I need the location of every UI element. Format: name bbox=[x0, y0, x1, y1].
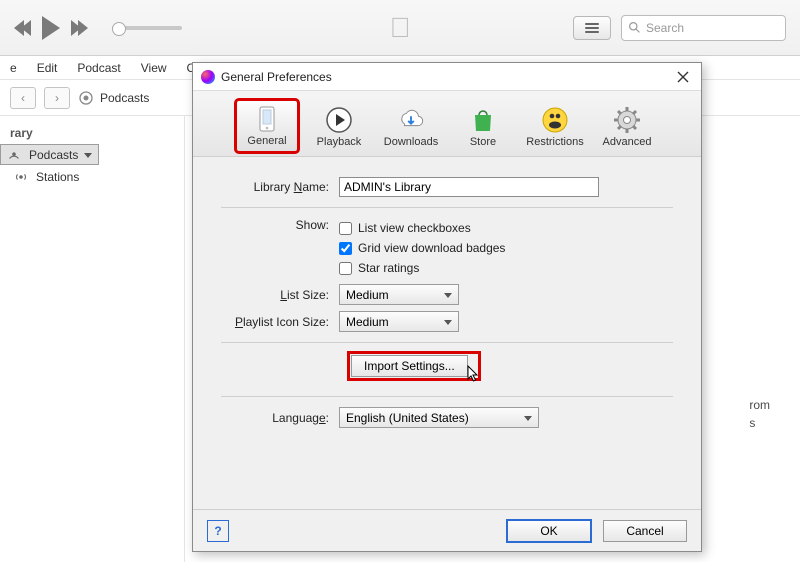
app-topbar:  Search bbox=[0, 0, 800, 56]
playlist-icon-size-select[interactable]: Medium bbox=[339, 311, 459, 332]
tab-store[interactable]: Store bbox=[452, 102, 514, 152]
divider bbox=[221, 207, 673, 208]
sidebar-item-label: Stations bbox=[36, 170, 79, 184]
obscured-content-text: rom s bbox=[749, 396, 770, 432]
dialog-footer: ? OK Cancel bbox=[193, 509, 701, 551]
playback-icon bbox=[325, 106, 353, 134]
sidebar-item-stations[interactable]: Stations bbox=[0, 165, 184, 189]
next-track-icon[interactable] bbox=[74, 20, 88, 36]
store-icon bbox=[469, 106, 497, 134]
tab-label: Advanced bbox=[603, 136, 652, 148]
close-button[interactable] bbox=[673, 67, 693, 87]
library-name-label: Library Name: bbox=[221, 180, 339, 194]
nav-back-button[interactable]: ‹ bbox=[10, 87, 36, 109]
button-label: OK bbox=[540, 524, 557, 538]
tab-label: General bbox=[247, 135, 286, 147]
select-value: Medium bbox=[346, 288, 389, 302]
check-grid-view[interactable]: Grid view download badges bbox=[339, 241, 505, 255]
list-view-toggle-button[interactable] bbox=[573, 16, 611, 40]
tab-label: Store bbox=[470, 136, 496, 148]
playback-controls bbox=[14, 16, 182, 40]
checkbox[interactable] bbox=[339, 242, 352, 255]
dialog-titlebar: General Preferences bbox=[193, 63, 701, 91]
search-icon bbox=[628, 21, 641, 34]
tab-playback[interactable]: Playback bbox=[308, 102, 370, 152]
tab-label: Playback bbox=[317, 136, 362, 148]
tab-downloads[interactable]: Downloads bbox=[380, 102, 442, 152]
language-select[interactable]: English (United States) bbox=[339, 407, 539, 428]
help-button[interactable]: ? bbox=[207, 520, 229, 542]
tab-restrictions[interactable]: Restrictions bbox=[524, 102, 586, 152]
cancel-button[interactable]: Cancel bbox=[603, 520, 687, 542]
dialog-title: General Preferences bbox=[221, 70, 667, 84]
check-list-view[interactable]: List view checkboxes bbox=[339, 221, 505, 235]
select-value: Medium bbox=[346, 315, 389, 329]
checkbox[interactable] bbox=[339, 262, 352, 275]
menu-item-view[interactable]: View bbox=[139, 59, 169, 77]
button-label: Import Settings... bbox=[364, 359, 455, 373]
apple-logo-icon:  bbox=[390, 12, 411, 44]
list-size-label: List Size: bbox=[221, 288, 339, 302]
menu-item-podcast[interactable]: Podcast bbox=[75, 59, 122, 77]
dialog-body: Library Name: Show: List view checkboxes… bbox=[193, 157, 701, 442]
sidebar-item-label: Podcasts bbox=[29, 148, 78, 162]
check-label: Grid view download badges bbox=[358, 241, 505, 255]
media-type-selector[interactable]: Podcasts bbox=[78, 90, 149, 106]
check-label: Star ratings bbox=[358, 261, 419, 275]
check-label: List view checkboxes bbox=[358, 221, 471, 235]
stations-icon bbox=[14, 170, 28, 184]
preferences-tabs: General Playback Downloads Store Restric… bbox=[193, 91, 701, 157]
broadcast-icon bbox=[7, 148, 21, 162]
tab-general[interactable]: General bbox=[236, 100, 298, 152]
nav-forward-button[interactable]: › bbox=[44, 87, 70, 109]
check-star-ratings[interactable]: Star ratings bbox=[339, 261, 505, 275]
downloads-icon bbox=[397, 106, 425, 134]
search-input[interactable]: Search bbox=[621, 15, 786, 41]
tab-advanced[interactable]: Advanced bbox=[596, 102, 658, 152]
list-size-select[interactable]: Medium bbox=[339, 284, 459, 305]
divider bbox=[221, 342, 673, 343]
checkbox[interactable] bbox=[339, 222, 352, 235]
preferences-dialog: General Preferences General Playback Dow… bbox=[192, 62, 702, 552]
import-settings-highlight: Import Settings... bbox=[349, 353, 479, 379]
search-placeholder: Search bbox=[646, 21, 684, 35]
show-label: Show: bbox=[221, 218, 339, 232]
itunes-icon bbox=[201, 70, 215, 84]
previous-track-icon[interactable] bbox=[14, 20, 28, 36]
volume-slider[interactable] bbox=[112, 26, 182, 30]
restrictions-icon bbox=[541, 106, 569, 134]
sidebar-item-podcasts[interactable]: Podcasts bbox=[0, 144, 99, 165]
menu-item-edit[interactable]: Edit bbox=[35, 59, 60, 77]
sidebar-header: rary bbox=[0, 122, 184, 144]
library-sidebar: rary Podcasts Stations bbox=[0, 116, 185, 562]
general-icon bbox=[253, 105, 281, 133]
ok-button[interactable]: OK bbox=[507, 520, 591, 542]
tab-label: Downloads bbox=[384, 136, 438, 148]
button-label: Cancel bbox=[626, 524, 663, 538]
playlist-icon-size-label: Playlist Icon Size: bbox=[221, 315, 339, 329]
select-value: English (United States) bbox=[346, 411, 469, 425]
cursor-icon bbox=[467, 365, 481, 383]
menu-item[interactable]: e bbox=[8, 59, 19, 77]
close-icon bbox=[677, 71, 689, 83]
import-settings-button[interactable]: Import Settings... bbox=[351, 355, 468, 377]
gear-icon bbox=[613, 106, 641, 134]
divider bbox=[221, 396, 673, 397]
media-type-label: Podcasts bbox=[100, 91, 149, 105]
library-name-input[interactable] bbox=[339, 177, 599, 197]
language-label: Language: bbox=[221, 411, 339, 425]
podcasts-icon bbox=[78, 90, 94, 106]
tab-label: Restrictions bbox=[526, 136, 583, 148]
play-icon[interactable] bbox=[42, 16, 60, 40]
